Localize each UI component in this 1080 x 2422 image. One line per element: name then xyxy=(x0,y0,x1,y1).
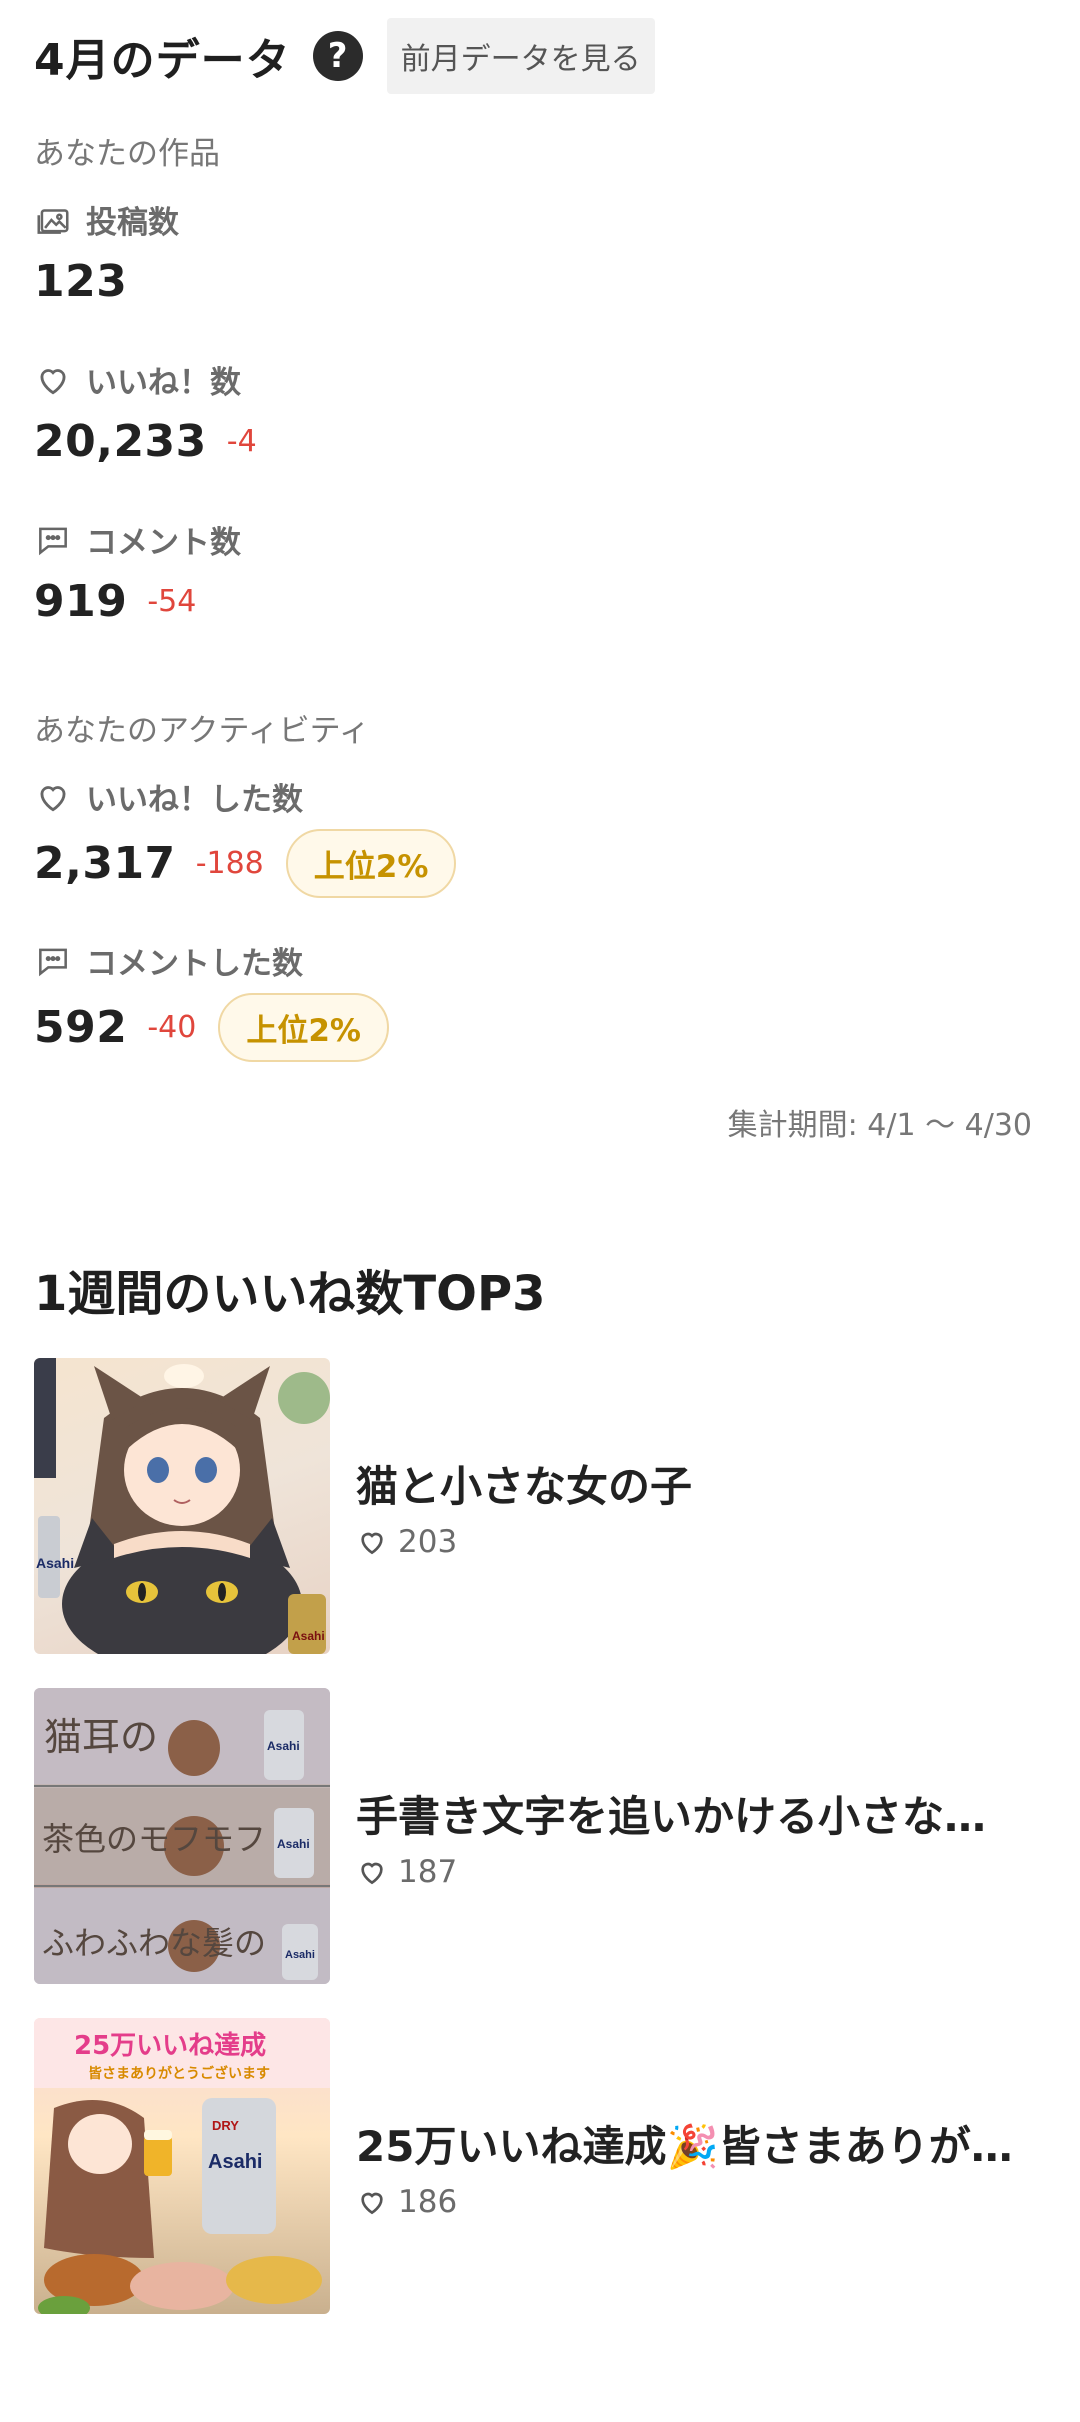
top-work-item[interactable]: Asahi Asahi 猫と小さな女の子 203 xyxy=(34,1358,1046,1654)
metric-value: 2,317 xyxy=(34,838,176,889)
brand-label: Asahi xyxy=(36,1555,74,1571)
metric-value: 20,233 xyxy=(34,416,207,467)
page-header: 4月のデータ ? 前月データを見る xyxy=(34,8,1046,104)
comment-icon xyxy=(39,948,67,976)
handwritten-text: 茶色のモフモフ xyxy=(42,1820,266,1858)
metric-label: いいね！した数 xyxy=(86,782,303,818)
aggregation-period: 集計期間: 4/1 〜 4/30 xyxy=(727,1108,1032,1143)
work-thumbnail[interactable]: 25万いいね達成 皆さまありがとうございます DRY Asahi xyxy=(34,2018,330,2314)
banner-subtext: 皆さまありがとうございます xyxy=(88,2065,270,2082)
rank-badge: 上位2% xyxy=(285,829,457,898)
brand-label: Asahi xyxy=(208,2151,262,2173)
activity-section-title: あなたのアクティビティ xyxy=(34,713,370,749)
metric-label: コメント数 xyxy=(86,525,241,561)
metric-value: 123 xyxy=(34,256,128,307)
work-thumbnail[interactable]: Asahi Asahi xyxy=(34,1358,330,1654)
heart-icon xyxy=(40,368,66,394)
works-section-title: あなたの作品 xyxy=(34,136,220,172)
metric-delta: -4 xyxy=(226,424,257,459)
like-count: 187 xyxy=(398,1853,458,1890)
brand-label: Asahi xyxy=(292,1629,325,1643)
page-title: 4月のデータ xyxy=(34,35,291,86)
heart-icon xyxy=(40,785,66,811)
metric-delta: -54 xyxy=(147,584,197,619)
anime-girl-cat-illustration: Asahi Asahi xyxy=(34,1358,330,1654)
metric-likes-given: いいね！した数 2,317 -188 上位2% xyxy=(34,774,1046,898)
gallery-icon xyxy=(37,208,69,234)
metric-comments: コメント数 919 -54 xyxy=(34,517,1046,627)
top-work-item[interactable]: 25万いいね達成 皆さまありがとうございます DRY Asahi 25万いいね達… xyxy=(34,2018,1046,2314)
stats-page: 4月のデータ ? 前月データを見る あなたの作品 投稿数 123 いいね！数 2 xyxy=(0,8,1080,2314)
rank-badge: 上位2% xyxy=(218,993,389,1062)
work-title[interactable]: 手書き文字を追いかける小さな… xyxy=(356,1783,1036,1844)
banner-text: 25万いいね達成 xyxy=(74,2031,266,2061)
top3-title: 1週間のいいね数TOP3 xyxy=(34,1266,546,1322)
top-work-item[interactable]: 猫耳の 茶色のモフモフ ふわふわな髪の Asahi Asahi Asahi 手書… xyxy=(34,1688,1046,1984)
work-title[interactable]: 25万いいね達成🎉皆さまありが… xyxy=(356,2113,1036,2174)
metric-comments-given: コメントした数 592 -40 上位2% xyxy=(34,938,1046,1062)
previous-month-button[interactable]: 前月データを見る xyxy=(386,18,655,94)
work-title[interactable]: 猫と小さな女の子 xyxy=(356,1453,1036,1514)
work-thumbnail[interactable]: 猫耳の 茶色のモフモフ ふわふわな髪の Asahi Asahi Asahi xyxy=(34,1688,330,1984)
brand-label: Asahi xyxy=(267,1739,300,1753)
metric-delta: -188 xyxy=(195,846,264,881)
metric-label: いいね！数 xyxy=(86,365,241,401)
celebration-illustration: 25万いいね達成 皆さまありがとうございます DRY Asahi xyxy=(34,2018,330,2314)
heart-icon xyxy=(361,1862,383,1884)
comment-icon xyxy=(39,527,67,555)
metric-posts: 投稿数 123 xyxy=(34,197,1046,307)
brand-label: Asahi xyxy=(277,1837,310,1851)
like-count: 186 xyxy=(398,2183,458,2220)
brand-label: Asahi xyxy=(285,1949,315,1961)
like-count: 203 xyxy=(398,1523,458,1560)
heart-icon xyxy=(361,2192,383,2214)
help-icon[interactable]: ? xyxy=(312,31,363,81)
metric-value: 592 xyxy=(34,1002,128,1053)
metric-label: 投稿数 xyxy=(86,205,179,241)
handwritten-text: 猫耳の xyxy=(44,1715,158,1759)
metric-label: コメントした数 xyxy=(86,946,303,982)
handwritten-text: ふわふわな髪の xyxy=(42,1924,266,1962)
metric-delta: -40 xyxy=(147,1010,197,1045)
brand-sublabel: DRY xyxy=(212,2118,239,2133)
heart-icon xyxy=(361,1532,383,1554)
metric-value: 919 xyxy=(34,576,128,627)
metric-likes: いいね！数 20,233 -4 xyxy=(34,357,1046,467)
handwritten-text-illustration: 猫耳の 茶色のモフモフ ふわふわな髪の Asahi Asahi Asahi xyxy=(34,1688,330,1984)
